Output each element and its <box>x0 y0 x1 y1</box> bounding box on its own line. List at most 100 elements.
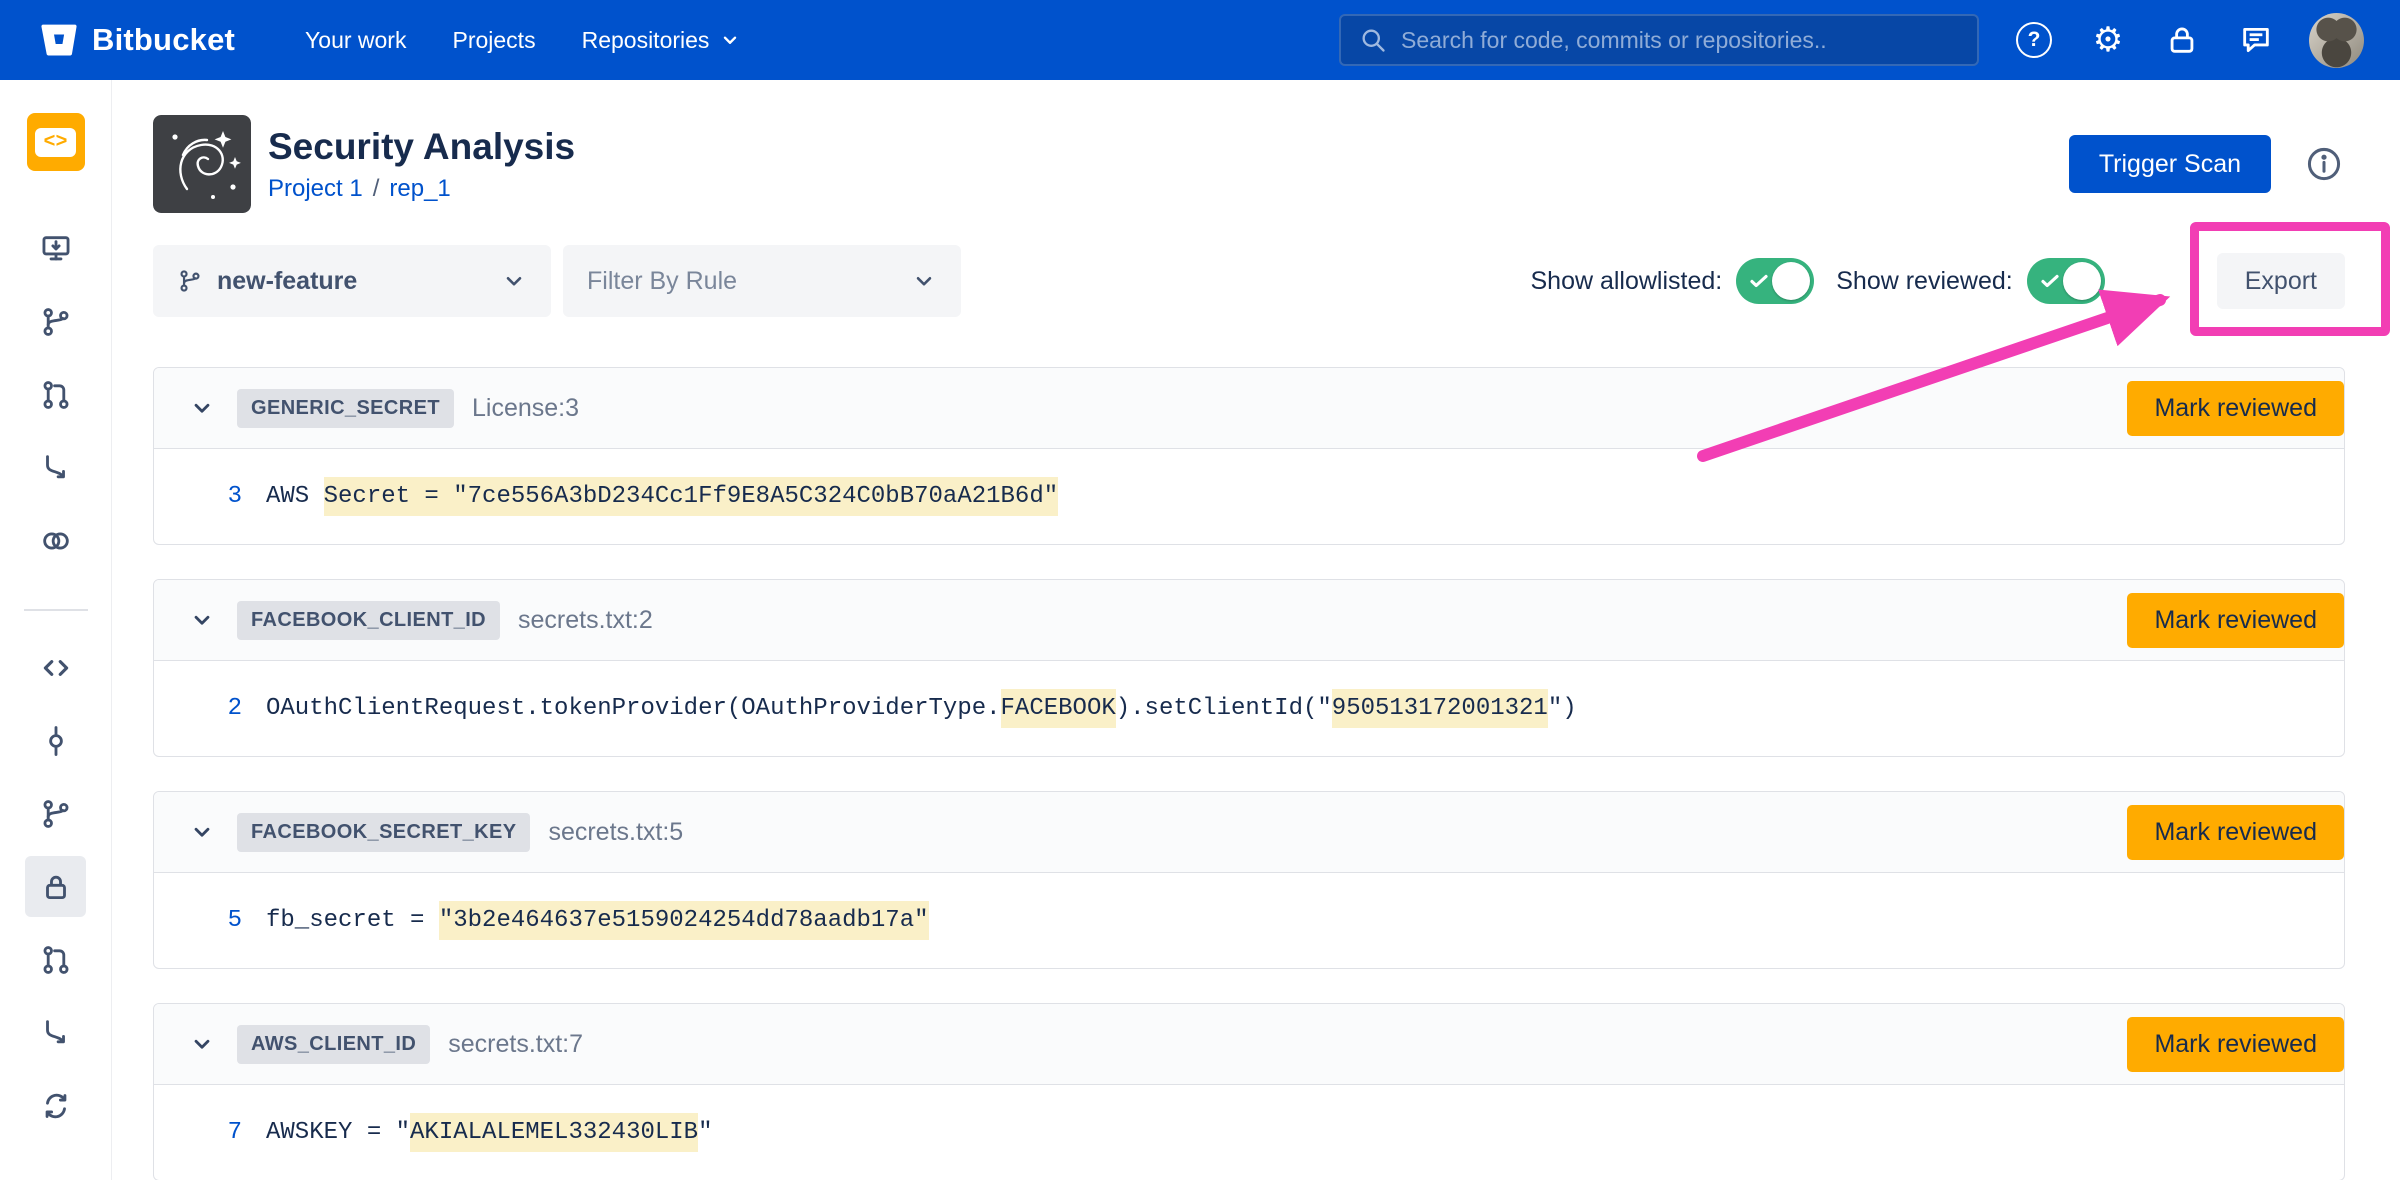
clone-icon <box>39 232 73 266</box>
collapse-chevron-icon[interactable] <box>187 1029 217 1059</box>
lock-icon <box>2165 23 2199 57</box>
user-avatar[interactable] <box>2309 13 2364 68</box>
export-button[interactable]: Export <box>2217 253 2345 309</box>
code-line-number: 7 <box>154 1119 242 1146</box>
secret-highlight: FACEBOOK <box>1001 689 1116 728</box>
toggle-knob <box>1772 262 1810 300</box>
info-icon <box>2305 145 2343 183</box>
sync-icon <box>39 1089 73 1123</box>
finding-header: FACEBOOK_CLIENT_ID secrets.txt:2 Mark re… <box>154 580 2344 661</box>
main-content: Security Analysis Project 1 / rep_1 Trig… <box>112 80 2400 1180</box>
repo-avatar-image <box>153 115 251 213</box>
code-line: fb_secret = "3b2e464637e5159024254dd78aa… <box>266 907 929 934</box>
deployments-icon <box>39 524 73 558</box>
rule-filter-placeholder: Filter By Rule <box>587 267 737 296</box>
info-button[interactable] <box>2303 143 2345 185</box>
secret-highlight: "3b2e464637e5159024254dd78aadb17a" <box>439 901 929 940</box>
trigger-scan-button[interactable]: Trigger Scan <box>2069 135 2271 193</box>
nav-your-work[interactable]: Your work <box>305 27 406 54</box>
finding-code-row: 5 fb_secret = "3b2e464637e5159024254dd78… <box>154 873 2344 968</box>
check-icon <box>2038 269 2062 293</box>
sidebar-item-pull-requests[interactable] <box>25 929 86 990</box>
flow-icon <box>39 1016 73 1050</box>
finding-header: FACEBOOK_SECRET_KEY secrets.txt:5 Mark r… <box>154 792 2344 873</box>
sidebar-item-pull-request[interactable] <box>25 364 86 425</box>
mark-reviewed-button[interactable]: Mark reviewed <box>2127 381 2344 436</box>
sidebar-item-branches[interactable] <box>25 783 86 844</box>
code-text: ).setClientId(" <box>1116 695 1332 722</box>
sidebar-item-sync[interactable] <box>25 1075 86 1136</box>
nav-projects[interactable]: Projects <box>452 27 535 54</box>
source-code-icon <box>39 651 73 685</box>
sidebar-item-branch[interactable] <box>25 291 86 352</box>
feedback-button[interactable] <box>2235 19 2277 61</box>
rule-badge: AWS_CLIENT_ID <box>237 1025 430 1064</box>
finding-location: secrets.txt:7 <box>448 1030 583 1059</box>
nav-repositories-label: Repositories <box>582 27 710 54</box>
sidebar-item-flow[interactable] <box>25 1002 86 1063</box>
finding-header: AWS_CLIENT_ID secrets.txt:7 Mark reviewe… <box>154 1004 2344 1085</box>
code-text: ") <box>1548 695 1577 722</box>
search-input[interactable] <box>1401 27 1959 54</box>
finding-code-row: 7 AWSKEY = "AKIALALEMEL332430LIB" <box>154 1085 2344 1180</box>
help-icon: ? <box>2016 22 2052 58</box>
mark-reviewed-button[interactable]: Mark reviewed <box>2127 593 2344 648</box>
show-allowlisted-label: Show allowlisted: <box>1530 267 1722 296</box>
show-reviewed-label: Show reviewed: <box>1836 267 2012 296</box>
finding-card: FACEBOOK_CLIENT_ID secrets.txt:2 Mark re… <box>153 579 2345 757</box>
finding-location: secrets.txt:5 <box>548 818 683 847</box>
finding-card: AWS_CLIENT_ID secrets.txt:7 Mark reviewe… <box>153 1003 2345 1180</box>
collapse-chevron-icon[interactable] <box>187 817 217 847</box>
sidebar-divider <box>24 609 88 611</box>
secret-highlight: 950513172001321 <box>1332 689 1548 728</box>
pull-request-icon <box>39 378 73 412</box>
branch-selector-value: new-feature <box>217 267 357 296</box>
code-text: fb_secret = <box>266 907 439 934</box>
top-navigation: Bitbucket Your work Projects Repositorie… <box>0 0 2400 80</box>
security-nav-button[interactable] <box>2161 19 2203 61</box>
filter-toggles: Show allowlisted: Show reviewed: Export <box>1530 253 2345 309</box>
bitbucket-mark-icon <box>40 21 78 59</box>
breadcrumb-project-link[interactable]: Project 1 <box>268 175 363 203</box>
secret-highlight: AKIALALEMEL332430LIB <box>410 1113 698 1152</box>
sidebar-item-clone[interactable] <box>25 218 86 279</box>
mark-reviewed-button[interactable]: Mark reviewed <box>2127 1017 2344 1072</box>
repo-avatar-icon: <> <box>35 128 75 157</box>
code-line: OAuthClientRequest.tokenProvider(OAuthPr… <box>266 695 1577 722</box>
rule-badge: FACEBOOK_CLIENT_ID <box>237 601 500 640</box>
rule-filter-dropdown[interactable]: Filter By Rule <box>563 245 961 317</box>
nav-actions: ? ⚙ <box>2013 13 2364 68</box>
finding-location: License:3 <box>472 394 579 423</box>
toggle-knob <box>2063 262 2101 300</box>
finding-code-row: 2 OAuthClientRequest.tokenProvider(OAuth… <box>154 661 2344 756</box>
nav-repositories[interactable]: Repositories <box>582 27 742 54</box>
branch-icon <box>177 268 203 294</box>
breadcrumb-repo-link[interactable]: rep_1 <box>389 175 450 203</box>
collapse-chevron-icon[interactable] <box>187 605 217 635</box>
code-line: AWSKEY = "AKIALALEMEL332430LIB" <box>266 1119 712 1146</box>
global-search[interactable] <box>1339 14 1979 66</box>
pipelines-icon <box>39 451 73 485</box>
branches-icon <box>39 797 73 831</box>
show-allowlisted-toggle[interactable] <box>1736 258 1814 304</box>
sidebar-item-security[interactable] <box>25 856 86 917</box>
gear-icon: ⚙ <box>2093 23 2123 57</box>
sidebar-item-deployments[interactable] <box>25 510 86 571</box>
repo-avatar-button[interactable]: <> <box>27 113 85 171</box>
search-icon <box>1359 26 1387 54</box>
findings-list: GENERIC_SECRET License:3 Mark reviewed 3… <box>153 367 2345 1180</box>
sidebar-item-commits[interactable] <box>25 710 86 771</box>
sidebar-item-source[interactable] <box>25 637 86 698</box>
branch-selector[interactable]: new-feature <box>153 245 551 317</box>
help-button[interactable]: ? <box>2013 19 2055 61</box>
collapse-chevron-icon[interactable] <box>187 393 217 423</box>
mark-reviewed-button[interactable]: Mark reviewed <box>2127 805 2344 860</box>
settings-button[interactable]: ⚙ <box>2087 19 2129 61</box>
sidebar-item-pipelines[interactable] <box>25 437 86 498</box>
bitbucket-logo[interactable]: Bitbucket <box>40 21 235 59</box>
pull-requests-icon <box>39 943 73 977</box>
primary-nav: Your work Projects Repositories <box>305 27 741 54</box>
finding-card: GENERIC_SECRET License:3 Mark reviewed 3… <box>153 367 2345 545</box>
show-reviewed-toggle[interactable] <box>2027 258 2105 304</box>
feedback-icon <box>2239 23 2273 57</box>
